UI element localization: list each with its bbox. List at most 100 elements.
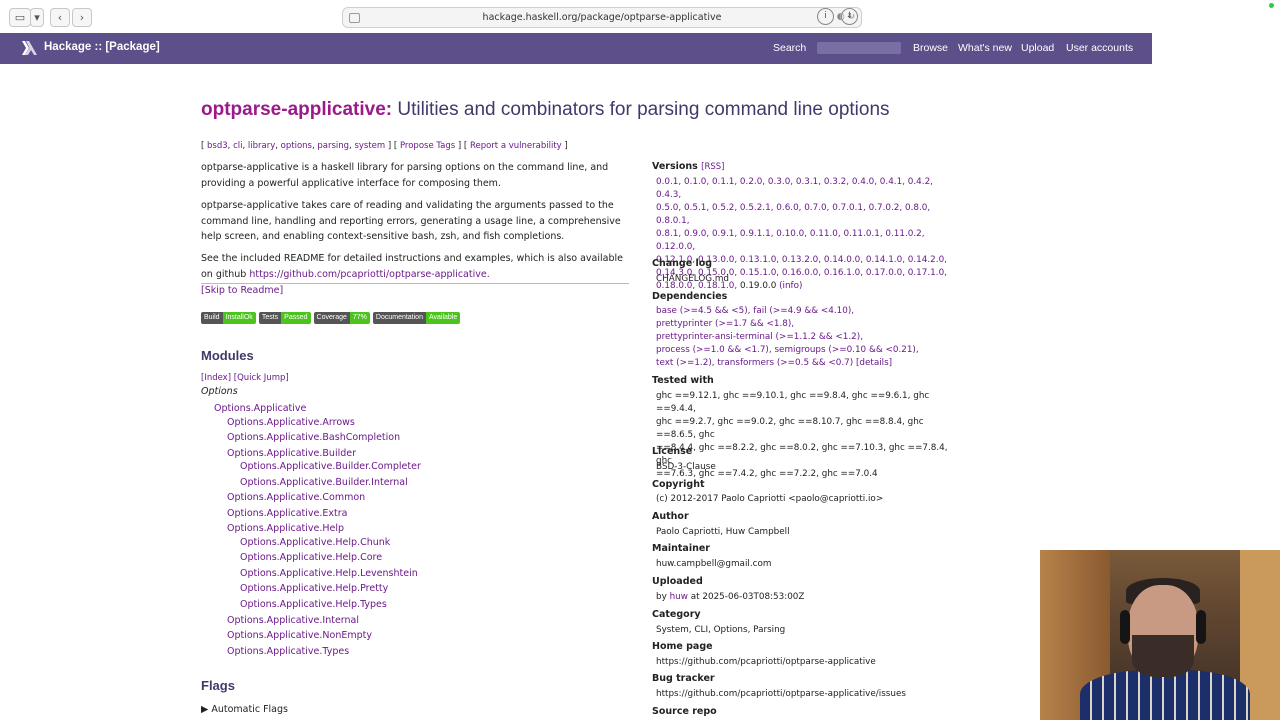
license-heading: License [652,446,693,457]
versions-line[interactable]: 0.8.1, 0.9.0, 0.9.1, 0.9.1.1, 0.10.0, 0.… [656,228,956,254]
recording-indicator [1269,3,1274,8]
author-value: Paolo Capriotti, Huw Campbell [656,527,790,537]
nav-browse[interactable]: Browse [913,42,948,54]
tag-link[interactable]: bsd3 [207,141,228,151]
search-input[interactable] [817,42,901,54]
tag-link[interactable]: library [248,141,275,151]
triangle-right-icon: ▶ [201,704,209,715]
address-bar[interactable]: hackage.haskell.org/package/optparse-app… [342,7,862,28]
module-link[interactable]: Options.Applicative.Help.Core [240,552,382,563]
automatic-flags-toggle[interactable]: ▶ Automatic Flags [201,704,288,715]
dependencies-heading: Dependencies [652,291,728,302]
dependency-line[interactable]: prettyprinter-ansi-terminal (>=1.1.2 && … [656,331,956,344]
module-link[interactable]: Options.Applicative.Builder [227,448,356,459]
description-paragraph: See the included README for detailed ins… [201,251,626,282]
versions-line[interactable]: 0.5.0, 0.5.1, 0.5.2, 0.5.2.1, 0.6.0, 0.7… [656,202,956,228]
module-link[interactable]: Options.Applicative.BashCompletion [227,432,400,443]
module-link[interactable]: Options.Applicative.NonEmpty [227,630,372,641]
dependency-line[interactable]: prettyprinter (>=1.7 && <1.8), [656,318,956,331]
versions-line[interactable]: 0.0.1, 0.1.0, 0.1.1, 0.2.0, 0.3.0, 0.3.1… [656,176,956,202]
module-link[interactable]: Options.Applicative [214,403,306,414]
module-links: [Index] [Quick Jump] [201,373,289,383]
versions-heading: Versions [RSS] [652,161,725,172]
author-heading: Author [652,511,689,522]
site-title[interactable]: Hackage :: [Package] [44,41,160,53]
nav-upload[interactable]: Upload [1021,42,1054,54]
download-icon[interactable]: ↓ [841,8,858,25]
uploaded-heading: Uploaded [652,576,703,587]
tested-line: ghc ==9.2.7, ghc ==9.0.2, ghc ==8.10.7, … [656,417,924,440]
package-summary: Utilities and combinators for parsing co… [397,99,890,120]
module-link[interactable]: Options.Applicative.Types [227,646,349,657]
module-link[interactable]: Options.Applicative.Extra [227,508,348,519]
module-link[interactable]: Options.Applicative.Help.Chunk [240,537,390,548]
bugtracker-link[interactable]: https://github.com/pcapriotti/optparse-a… [656,688,956,701]
module-link[interactable]: Options.Applicative.Help.Types [240,599,387,610]
module-link[interactable]: Options.Applicative.Help.Levenshtein [240,568,418,579]
tag-link[interactable]: system [354,141,385,151]
description-paragraph: optparse-applicative is a haskell librar… [201,162,609,189]
divider [201,283,629,284]
coverage-badge[interactable]: Coverage 77% [313,312,370,324]
changelog-heading: Change log [652,258,713,269]
module-link[interactable]: Options.Applicative.Help.Pretty [240,583,388,594]
package-name: optparse-applicative: [201,99,393,120]
hackage-header: Hackage :: [Package] Search Browse What'… [0,33,1152,64]
uploaded-value: by huw at 2025-06-03T08:53:00Z [656,592,805,602]
dependency-line[interactable]: base (>=4.5 && <5), fail (>=4.9 && <4.10… [656,305,956,318]
forward-button[interactable]: › [72,8,92,27]
license-link[interactable]: BSD-3-Clause [656,461,956,474]
bugtracker-heading: Bug tracker [652,673,715,684]
maintainer-heading: Maintainer [652,543,710,554]
propose-tags-link[interactable]: Propose Tags [400,141,455,151]
source-repo-heading: Source repo [652,706,717,717]
report-vulnerability-link[interactable]: Report a vulnerability [470,141,562,151]
quick-jump-link[interactable]: [Quick Jump] [234,373,289,383]
webcam-overlay [1040,550,1280,720]
dependency-line[interactable]: process (>=1.0 && <1.7), semigroups (>=0… [656,344,956,357]
info-icon[interactable]: i [817,8,834,25]
tested-line: ghc ==9.12.1, ghc ==9.10.1, ghc ==9.8.4,… [656,391,930,414]
flags-heading: Flags [201,678,235,693]
uploader-link[interactable]: huw [670,592,688,602]
description-paragraph: optparse-applicative takes care of readi… [201,200,621,242]
tests-badge[interactable]: Tests Passed [258,312,311,324]
skip-to-readme-link[interactable]: [Skip to Readme] [201,285,283,296]
tested-with-heading: Tested with [652,375,714,386]
copyright-value: (c) 2012-2017 Paolo Capriotti <paolo@cap… [656,494,884,504]
category-heading: Category [652,609,701,620]
tag-line: [ bsd3, cli, library, options, parsing, … [201,141,568,151]
module-link[interactable]: Options.Applicative.Arrows [227,417,355,428]
haskell-logo-icon [22,41,37,55]
github-link[interactable]: https://github.com/pcapriotti/optparse-a… [249,269,489,280]
index-link[interactable]: [Index] [201,373,231,383]
nav-whats-new[interactable]: What's new [958,42,1012,54]
automatic-flags-label: Automatic Flags [211,704,288,715]
module-link[interactable]: Options.Applicative.Builder.Completer [240,461,421,472]
tag-link[interactable]: parsing [317,141,349,151]
category-links[interactable]: System, CLI, Options, Parsing [656,624,956,637]
module-link[interactable]: Options.Applicative.Common [227,492,365,503]
tag-link[interactable]: cli [233,141,242,151]
documentation-badge[interactable]: Documentation Available [372,312,461,324]
homepage-link[interactable]: https://github.com/pcapriotti/optparse-a… [656,656,956,669]
rss-link[interactable]: [RSS] [701,162,724,172]
url-text: hackage.haskell.org/package/optparse-app… [482,12,722,23]
build-badge[interactable]: Build InstallOk [201,312,256,324]
browser-toolbar: ▭ ▾ ‹ › hackage.haskell.org/package/optp… [0,0,1280,33]
module-link[interactable]: Options.Applicative.Internal [227,615,359,626]
sidebar-toggle-button[interactable]: ▭ [9,8,31,27]
back-button[interactable]: ‹ [50,8,70,27]
homepage-heading: Home page [652,641,713,652]
module-link[interactable]: Options.Applicative.Help [227,523,344,534]
module-link[interactable]: Options.Applicative.Builder.Internal [240,477,408,488]
changelog-link[interactable]: CHANGELOG.md [656,273,956,286]
dependency-line[interactable]: text (>=1.2), transformers (>=0.5 && <0.… [656,357,956,370]
nav-user-accounts[interactable]: User accounts [1066,42,1133,54]
chevron-down-icon[interactable]: ▾ [30,8,44,27]
nav-search[interactable]: Search [773,42,806,54]
copyright-heading: Copyright [652,479,705,490]
tag-link[interactable]: options [281,141,312,151]
dependencies-list: base (>=4.5 && <5), fail (>=4.9 && <4.10… [656,305,956,370]
badge-row: Build InstallOk Tests Passed Coverage 77% D… [201,312,461,325]
